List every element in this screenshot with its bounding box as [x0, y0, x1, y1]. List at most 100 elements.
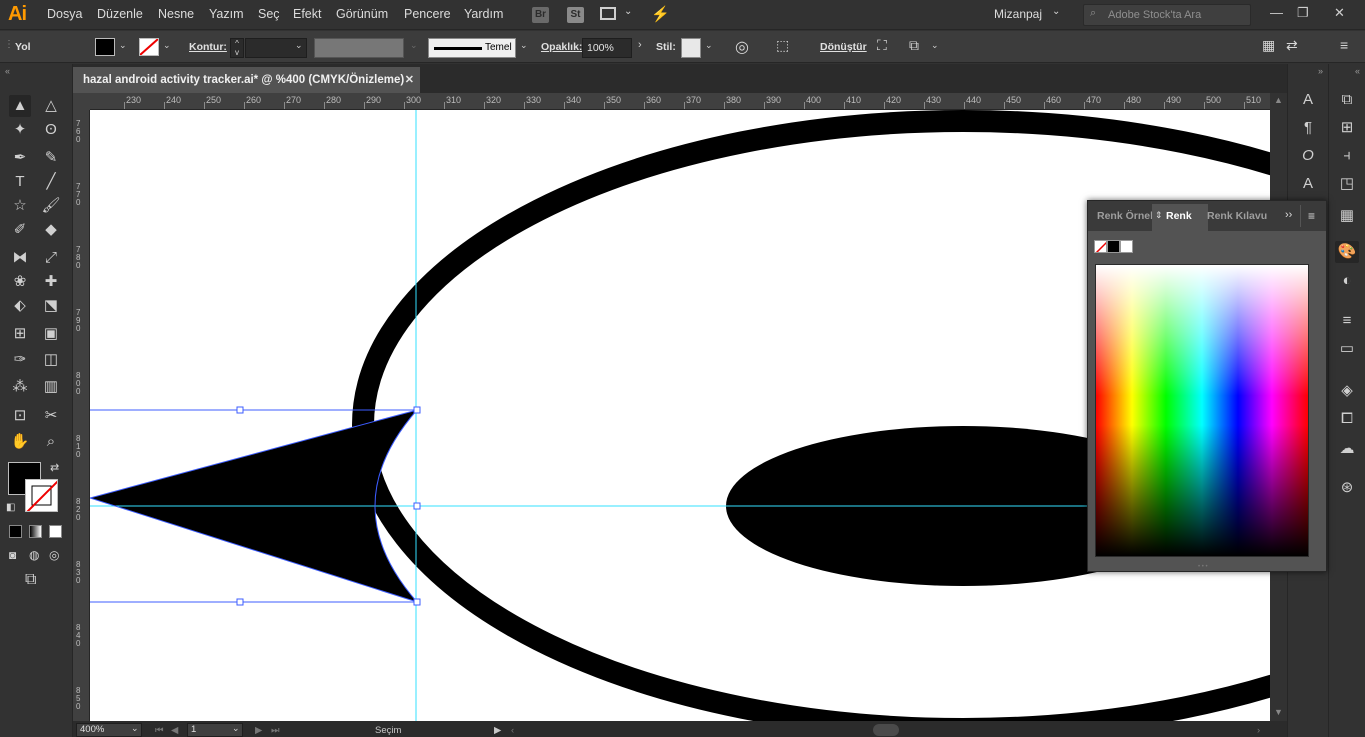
fill-swatch[interactable]: [95, 38, 115, 56]
draw-normal-icon[interactable]: ◙: [9, 548, 16, 562]
tab-color-guide[interactable]: Renk Kılavu: [1207, 210, 1267, 222]
gpu-performance-icon[interactable]: ⚡: [651, 5, 670, 23]
color-guide-icon[interactable]: ◐: [1335, 270, 1359, 292]
swatches-icon[interactable]: ▦: [1335, 205, 1359, 227]
scroll-left-icon[interactable]: ‹: [511, 725, 514, 736]
graphic-style-swatch[interactable]: [681, 38, 701, 58]
collapse-icon[interactable]: «: [1355, 66, 1360, 76]
chevron-right-icon[interactable]: ›: [638, 39, 642, 51]
artboards-icon[interactable]: ⧠: [1335, 408, 1359, 430]
opacity-field[interactable]: 100%: [582, 38, 632, 58]
chevron-down-icon[interactable]: ⌄: [131, 723, 139, 734]
chevron-down-icon[interactable]: ⌄: [1052, 6, 1060, 17]
warp-icon[interactable]: ❀: [9, 271, 31, 293]
menu-type[interactable]: Yazım: [209, 7, 244, 21]
horizontal-scroll-thumb[interactable]: [873, 724, 899, 736]
free-transform-icon[interactable]: ⬖: [9, 295, 31, 317]
scroll-up-icon[interactable]: ▲: [1274, 95, 1283, 105]
puppet-warp-icon[interactable]: ✚: [40, 271, 62, 293]
mesh-icon[interactable]: ⊞: [9, 323, 31, 345]
none-swatch[interactable]: [1094, 240, 1107, 253]
stock-button[interactable]: St: [567, 7, 584, 23]
menu-file[interactable]: Dosya: [47, 7, 82, 21]
swap-colors-icon[interactable]: ⇄: [50, 461, 59, 474]
bridge-button[interactable]: Br: [532, 7, 549, 23]
collapse-icon[interactable]: »: [1318, 66, 1323, 76]
screen-mode-icon[interactable]: ⧉: [25, 571, 36, 589]
chevron-down-icon[interactable]: ⌄: [163, 40, 171, 51]
gradient-icon[interactable]: ▣: [40, 323, 62, 345]
align-panel-icon[interactable]: ⫞: [1335, 145, 1359, 167]
arrange-documents-icon[interactable]: [600, 7, 616, 20]
tab-options-icon[interactable]: ⇕: [1155, 210, 1163, 221]
align-icon[interactable]: ⬚: [776, 37, 789, 54]
chevron-down-icon[interactable]: ⌄: [119, 40, 127, 51]
shaper-icon[interactable]: ✐: [9, 219, 31, 241]
transform-icon[interactable]: ⊞: [1335, 117, 1359, 139]
next-artboard-icon[interactable]: ▶: [255, 725, 262, 736]
opentype-icon[interactable]: O: [1296, 145, 1320, 167]
links-icon[interactable]: ⊛: [1335, 477, 1359, 499]
paintbrush-icon[interactable]: 🖌: [40, 195, 62, 217]
collapse-icon[interactable]: «: [5, 66, 10, 76]
pen-tool-icon[interactable]: ✒: [9, 147, 31, 169]
chevron-down-icon[interactable]: ⌄: [705, 40, 713, 51]
none-mode-icon[interactable]: [49, 525, 62, 538]
graph-icon[interactable]: ▥: [40, 376, 62, 398]
menu-object[interactable]: Nesne: [158, 7, 194, 21]
isolate-object-icon[interactable]: ⛶: [877, 37, 887, 54]
document-tab[interactable]: hazal android activity tracker.ai* @ %40…: [73, 67, 420, 93]
stroke-label[interactable]: Kontur:: [189, 41, 227, 53]
menu-effect[interactable]: Efekt: [293, 7, 322, 21]
star-tool-icon[interactable]: ☆: [9, 195, 31, 217]
selection-handle[interactable]: [236, 406, 244, 414]
select-similar-icon[interactable]: ⧉: [909, 37, 919, 54]
selection-tool-icon[interactable]: ▲: [9, 95, 31, 117]
vertical-ruler[interactable]: 7 6 0 7 7 0 7 8 0 7 9 0 8 0 0 8 1 0 8 2 0 8 3 0…: [73, 110, 90, 721]
lasso-icon[interactable]: ʘ: [40, 119, 62, 141]
white-swatch[interactable]: [1120, 240, 1133, 253]
panel-menu-icon[interactable]: ≡: [1308, 209, 1315, 223]
panel-options-icon[interactable]: ⇄: [1286, 37, 1298, 54]
variable-width-profile[interactable]: [314, 38, 404, 58]
minimize-icon[interactable]: —: [1270, 5, 1283, 20]
stroke-panel-icon[interactable]: ≡: [1335, 310, 1359, 332]
chevron-down-icon[interactable]: ⌄: [624, 6, 632, 17]
opacity-label[interactable]: Opaklık:: [541, 41, 582, 53]
tab-swatches[interactable]: Renk Örnek: [1097, 210, 1156, 222]
type-tool-icon[interactable]: T: [9, 171, 31, 193]
paragraph-icon[interactable]: ¶: [1296, 117, 1320, 139]
gradient-panel-icon[interactable]: ▭: [1335, 338, 1359, 360]
blend-icon[interactable]: ◫: [40, 349, 62, 371]
workspace-switcher[interactable]: Mizanpaj: [994, 7, 1042, 21]
brush-definition[interactable]: Temel: [428, 38, 516, 58]
zoom-icon[interactable]: ⌕: [40, 431, 62, 453]
resize-grip-icon[interactable]: • • •: [1198, 564, 1208, 570]
selection-handle[interactable]: [236, 598, 244, 606]
arrange-icon[interactable]: ▦: [1262, 37, 1275, 54]
default-colors-icon[interactable]: ◧: [6, 502, 15, 513]
expand-panel-icon[interactable]: ››: [1285, 209, 1292, 221]
scale-icon[interactable]: ⤢: [40, 247, 62, 269]
chevron-down-icon[interactable]: ⌄: [410, 40, 418, 51]
stroke-weight-stepper[interactable]: ^ v: [230, 38, 244, 58]
stroke-color-swatch[interactable]: [25, 479, 58, 512]
stroke-swatch[interactable]: [139, 38, 159, 56]
first-artboard-icon[interactable]: ⏮: [155, 725, 164, 736]
menu-help[interactable]: Yardım: [464, 7, 503, 21]
scroll-right-icon[interactable]: ›: [1257, 725, 1260, 736]
eyedropper-icon[interactable]: ✑: [9, 349, 31, 371]
draw-behind-icon[interactable]: ◍: [29, 548, 39, 562]
scroll-down-icon[interactable]: ▼: [1274, 707, 1283, 717]
character-icon[interactable]: A: [1296, 89, 1320, 111]
gradient-mode-icon[interactable]: [29, 525, 42, 538]
chevron-down-icon[interactable]: ⌄: [520, 40, 528, 51]
libraries-icon[interactable]: ☁: [1335, 438, 1359, 460]
menu-edit[interactable]: Düzenle: [97, 7, 143, 21]
color-spectrum-picker[interactable]: [1095, 264, 1309, 557]
pathfinder-icon[interactable]: ◳: [1335, 173, 1359, 195]
menu-view[interactable]: Görünüm: [336, 7, 388, 21]
direct-selection-tool-icon[interactable]: △: [40, 95, 62, 117]
black-swatch[interactable]: [1107, 240, 1120, 253]
close-icon[interactable]: ✕: [405, 67, 414, 93]
